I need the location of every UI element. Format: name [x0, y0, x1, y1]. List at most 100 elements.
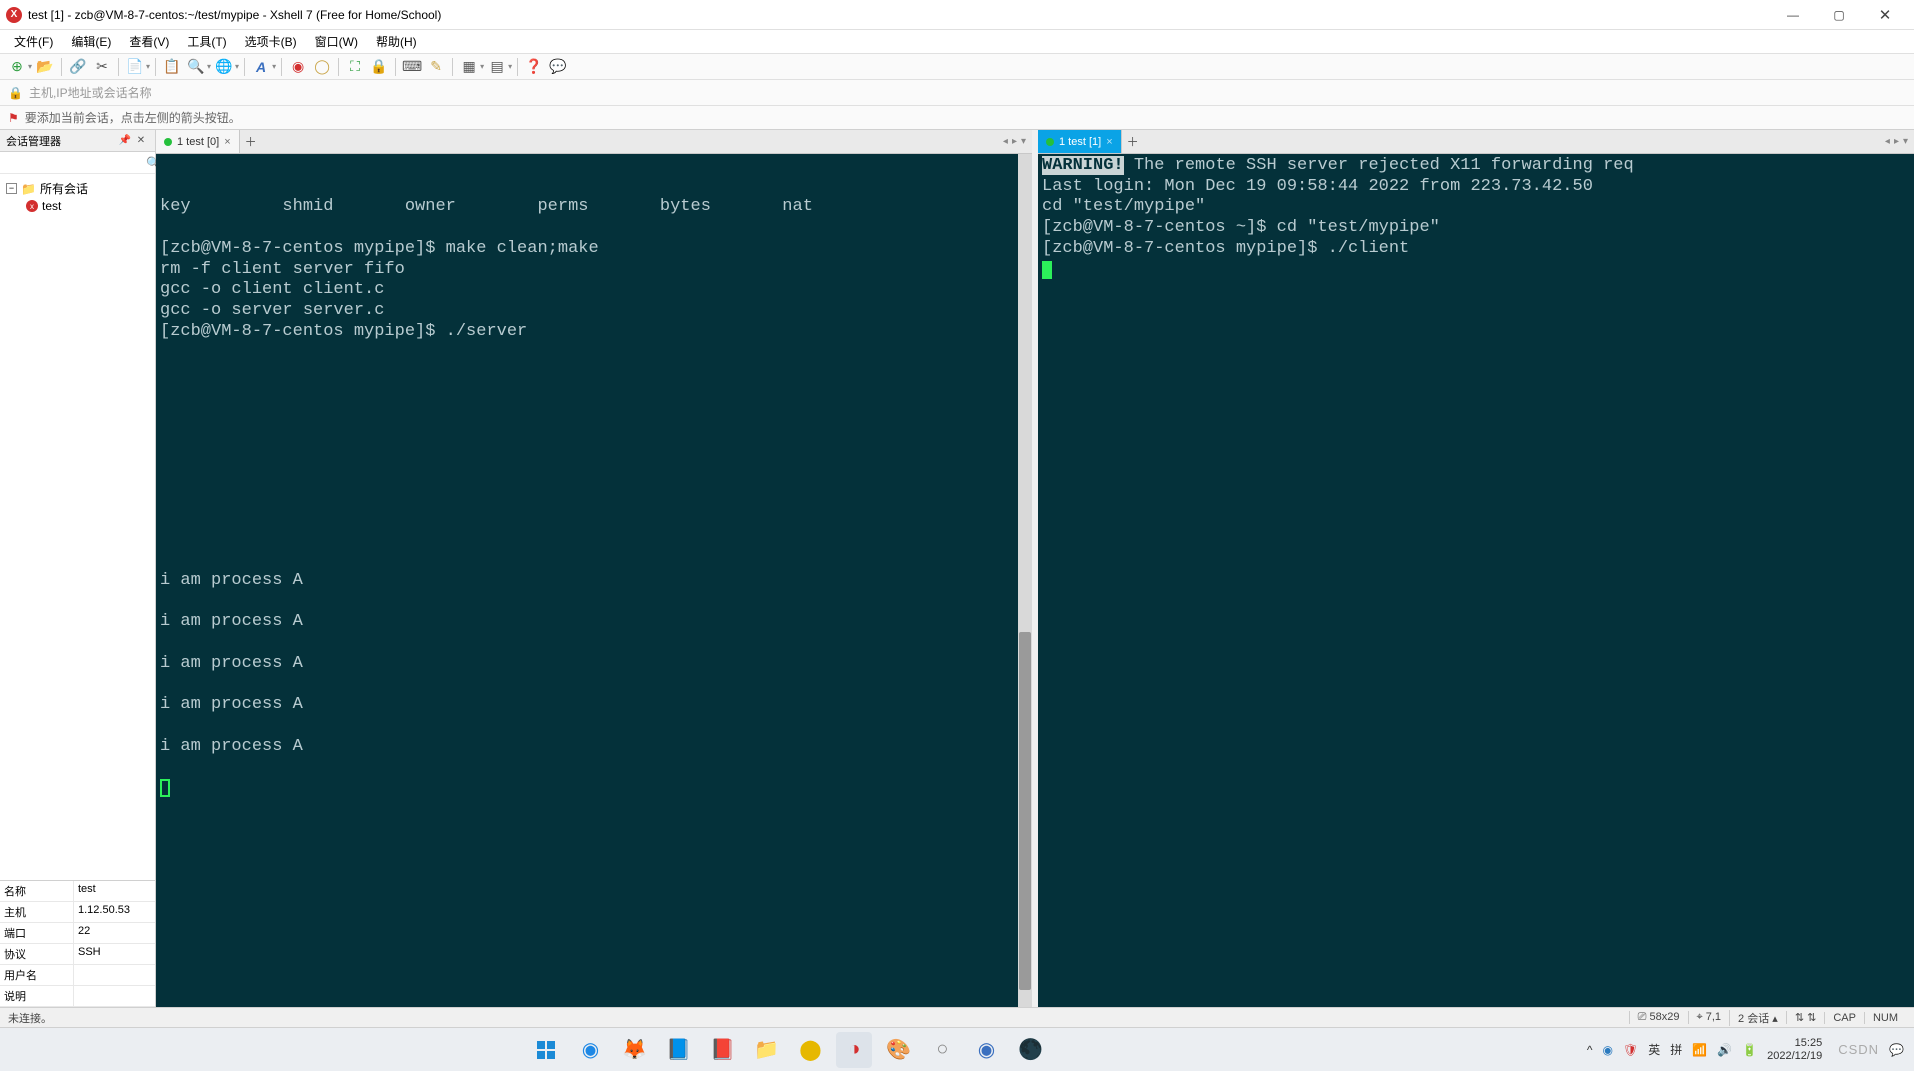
tray-battery-icon[interactable]: 🔋 [1742, 1043, 1757, 1057]
session-icon: x [26, 200, 38, 212]
highlight-icon[interactable]: ✎ [425, 56, 447, 78]
terminal-scrollbar[interactable] [1018, 154, 1032, 1007]
folder-icon: 📁 [21, 182, 36, 196]
open-folder-icon[interactable]: 📂 [34, 56, 56, 78]
tray-notifications-icon[interactable]: 💬 [1889, 1043, 1904, 1057]
globe-icon[interactable]: 🌐 [213, 56, 235, 78]
app-icon: X [6, 7, 22, 23]
copy-icon[interactable]: 📄 [124, 56, 146, 78]
terminal-line [160, 405, 1028, 426]
tray-ime-mode[interactable]: 拼 [1670, 1041, 1682, 1058]
terminal-line [160, 716, 1028, 737]
taskbar-eclipse-icon[interactable]: 🌑 [1012, 1032, 1048, 1068]
menu-window[interactable]: 窗口(W) [307, 30, 366, 53]
tab-next-icon[interactable]: ▸ [1894, 136, 1899, 147]
status-dims: ⎚ 58x29 [1629, 1011, 1688, 1024]
sidebar-header: 会话管理器 📌 ✕ [0, 130, 155, 152]
lock-icon[interactable]: 🔒 [368, 56, 390, 78]
taskbar-circle1-icon[interactable]: ○ [924, 1032, 960, 1068]
status-caps: CAP [1824, 1012, 1864, 1024]
sidebar-search: 🔍 [0, 152, 155, 174]
right-terminal[interactable]: WARNING! The remote SSH server rejected … [1038, 154, 1914, 1007]
close-button[interactable]: ✕ [1862, 0, 1908, 30]
find-icon[interactable]: 🔍 [185, 56, 207, 78]
session-properties: 名称test 主机1.12.50.53 端口22 协议SSH 用户名 说明 [0, 880, 155, 1007]
terminal-line: i am process A [160, 571, 1028, 592]
prop-value: 1.12.50.53 [74, 902, 155, 922]
tab-menu-icon[interactable]: ▾ [1021, 136, 1026, 147]
terminal-cursor-line [160, 778, 1028, 799]
help-icon[interactable]: ❓ [523, 56, 545, 78]
right-pane: 1 test [1] × ＋ ◂ ▸ ▾ WARNING! The remote… [1038, 130, 1914, 1007]
taskbar-pdf-icon[interactable]: 📕 [704, 1032, 740, 1068]
disconnect-icon[interactable]: ✂ [91, 56, 113, 78]
maximize-button[interactable]: ▢ [1816, 0, 1862, 30]
tab-close-icon[interactable]: × [224, 136, 230, 148]
tab-test-1[interactable]: 1 test [1] × [1038, 130, 1122, 153]
watermark: CSDN [1838, 1042, 1879, 1057]
minimize-button[interactable]: — [1770, 0, 1816, 30]
tab-prev-icon[interactable]: ◂ [1003, 136, 1008, 147]
tray-sync-icon[interactable]: ◉ [1603, 1043, 1613, 1057]
tree-collapse-icon[interactable]: − [6, 183, 17, 194]
terminal-line: gcc -o client client.c [160, 280, 1028, 301]
chat-icon[interactable]: 💬 [547, 56, 569, 78]
terminal-line: gcc -o server server.c [160, 301, 1028, 322]
taskbar-explorer-icon[interactable]: 📁 [748, 1032, 784, 1068]
menu-file[interactable]: 文件(F) [6, 30, 61, 53]
prop-label: 端口 [0, 923, 74, 943]
prop-label: 说明 [0, 986, 74, 1006]
tab-test-0[interactable]: 1 test [0] × [156, 130, 240, 153]
keyboard-icon[interactable]: ⌨ [401, 56, 423, 78]
tab-prev-icon[interactable]: ◂ [1885, 136, 1890, 147]
tree-root[interactable]: − 📁 所有会话 [4, 178, 151, 199]
addressbar-lock-icon: 🔒 [8, 86, 23, 100]
reconnect-icon[interactable]: 🔗 [67, 56, 89, 78]
menu-view[interactable]: 查看(V) [121, 30, 177, 53]
prop-row: 协议SSH [0, 944, 155, 965]
tray-volume-icon[interactable]: 🔊 [1717, 1043, 1732, 1057]
tray-shield-icon[interactable]: 🛡 [1623, 1043, 1638, 1057]
taskbar-xshell-icon[interactable]: ◑ [836, 1032, 872, 1068]
tab-close-icon[interactable]: × [1106, 136, 1112, 148]
taskbar-firefox-icon[interactable]: 🦊 [616, 1032, 652, 1068]
record-icon[interactable]: ◉ [287, 56, 309, 78]
menu-tabs[interactable]: 选项卡(B) [237, 30, 305, 53]
stop-icon[interactable]: ◯ [311, 56, 333, 78]
tab-add-button[interactable]: ＋ [1122, 130, 1144, 153]
sidebar-search-input[interactable] [4, 154, 146, 172]
tab-add-button[interactable]: ＋ [240, 130, 262, 153]
tab-menu-icon[interactable]: ▾ [1903, 136, 1908, 147]
prop-value: 22 [74, 923, 155, 943]
taskbar-paint-icon[interactable]: 🎨 [880, 1032, 916, 1068]
terminal-line [160, 343, 1028, 364]
tray-wifi-icon[interactable]: 📶 [1692, 1043, 1707, 1057]
menu-help[interactable]: 帮助(H) [368, 30, 425, 53]
taskbar-circle2-icon[interactable]: ◉ [968, 1032, 1004, 1068]
left-terminal[interactable]: key shmid owner perms bytes nat [zcb@VM-… [156, 154, 1032, 1007]
tree-session-test[interactable]: x test [4, 199, 151, 213]
layout-icon[interactable]: ▦ [458, 56, 480, 78]
scrollbar-thumb[interactable] [1019, 632, 1031, 990]
fullscreen-icon[interactable]: ⛶ [344, 56, 366, 78]
font-icon[interactable]: A [250, 56, 272, 78]
split-icon[interactable]: ▤ [486, 56, 508, 78]
tab-next-icon[interactable]: ▸ [1012, 136, 1017, 147]
taskbar-word-icon[interactable]: 📘 [660, 1032, 696, 1068]
paste-icon[interactable]: 📋 [161, 56, 183, 78]
menu-tools[interactable]: 工具(T) [179, 30, 234, 53]
taskbar-edge-icon[interactable]: ◉ [572, 1032, 608, 1068]
tray-ime-lang[interactable]: 英 [1648, 1041, 1660, 1058]
new-session-icon[interactable]: ⊕ [6, 56, 28, 78]
start-button[interactable] [528, 1032, 564, 1068]
terminal-cursor-line [1042, 260, 1910, 281]
tray-clock[interactable]: 15:25 2022/12/19 [1767, 1037, 1822, 1061]
menu-edit[interactable]: 编辑(E) [63, 30, 119, 53]
sidebar-pin-icon[interactable]: 📌 [117, 135, 133, 146]
terminal-line: [zcb@VM-8-7-centos mypipe]$ ./client [1042, 239, 1910, 260]
taskbar-app-icon[interactable]: ⬤ [792, 1032, 828, 1068]
sidebar-close-icon[interactable]: ✕ [133, 135, 149, 146]
tray-chevron-icon[interactable]: ^ [1587, 1043, 1593, 1057]
tree-root-label: 所有会话 [40, 180, 88, 197]
addressbar-placeholder[interactable]: 主机,IP地址或会话名称 [29, 84, 152, 101]
